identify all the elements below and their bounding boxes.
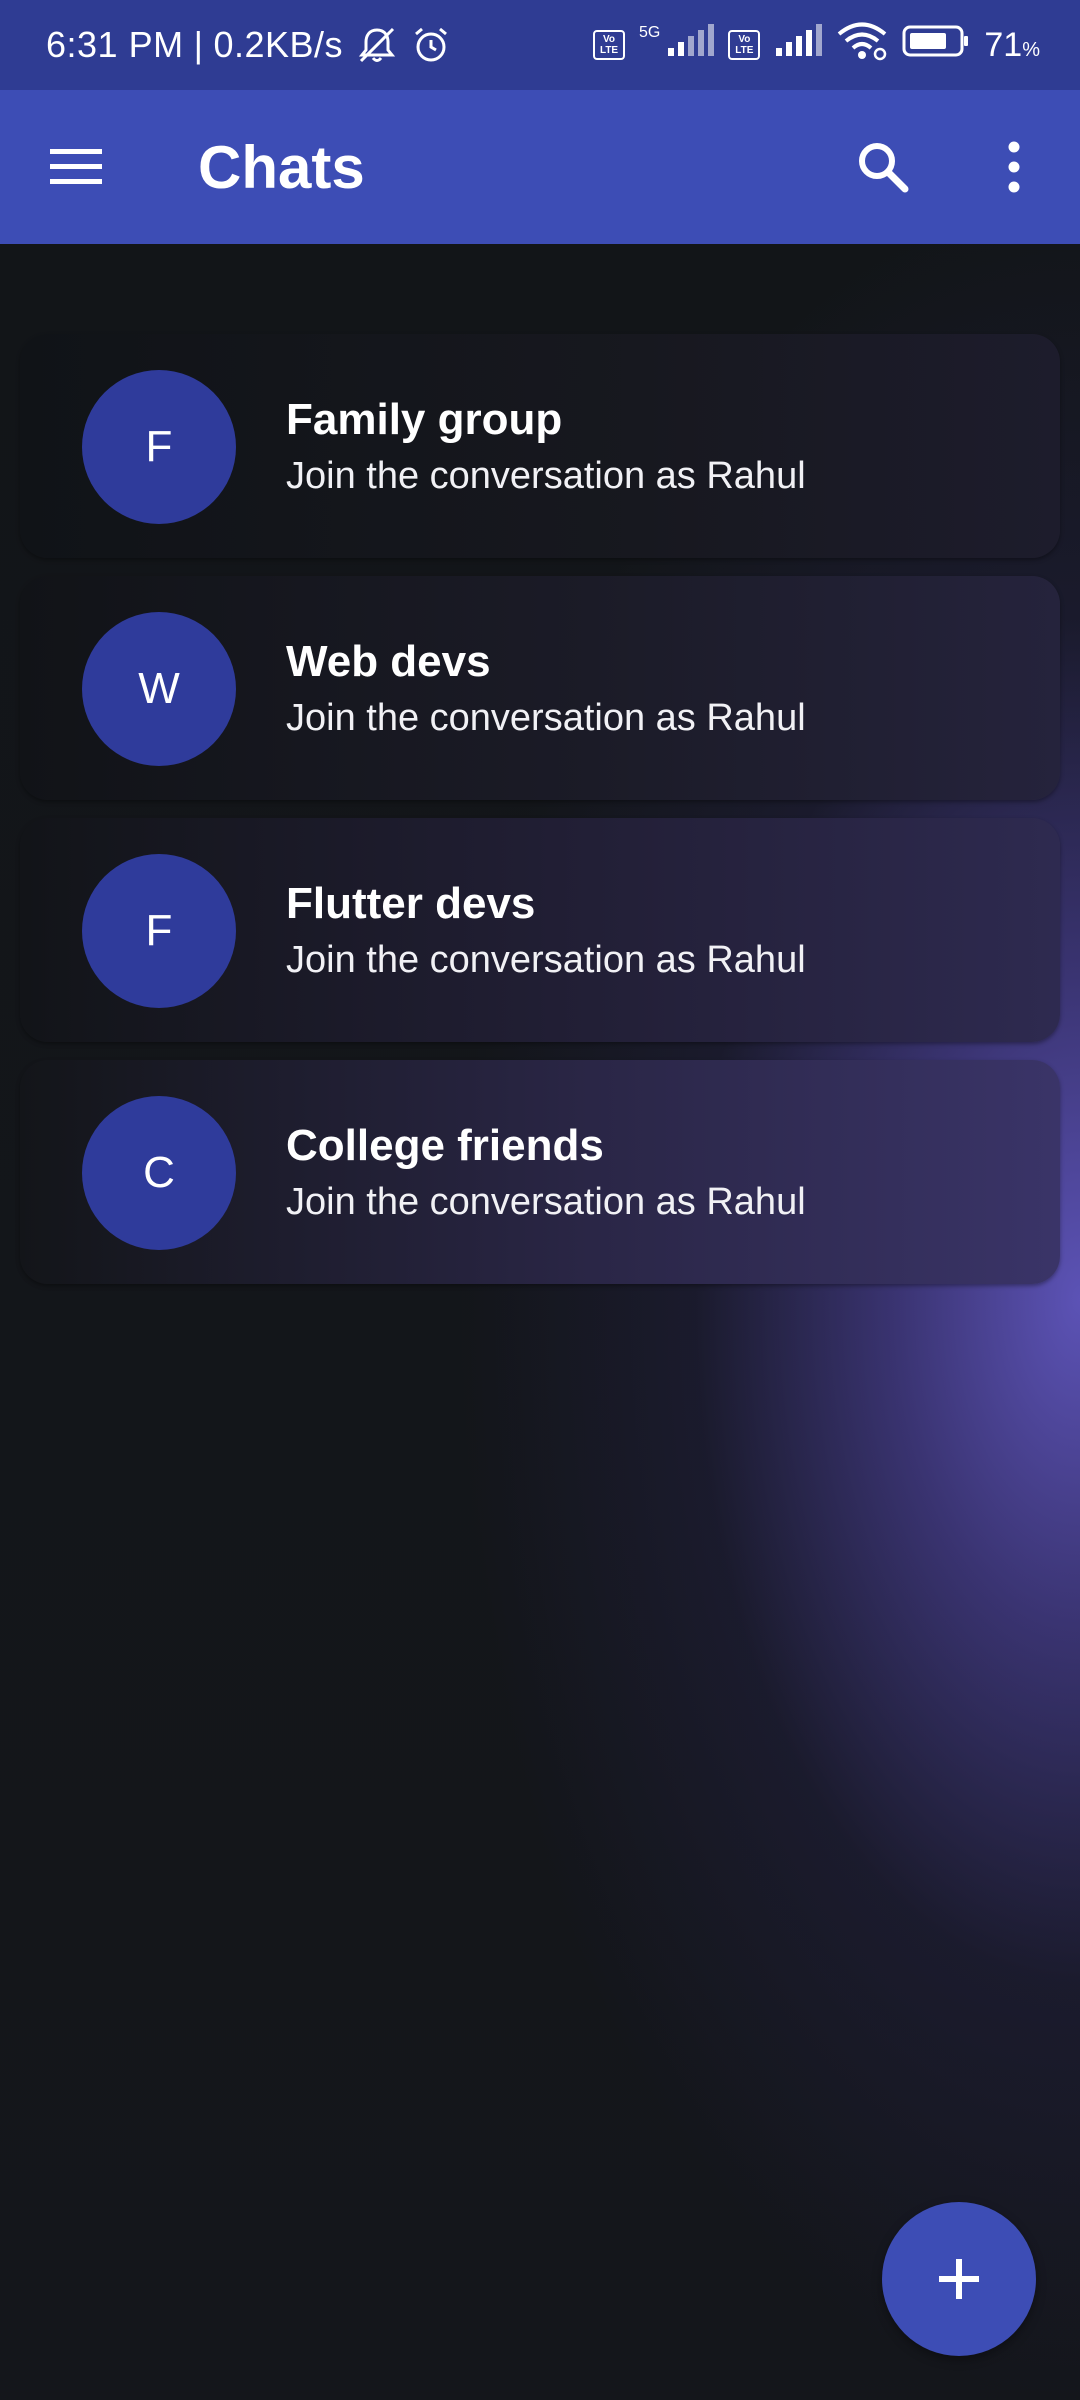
app-bar: Chats (0, 90, 1080, 244)
menu-icon (50, 149, 102, 184)
search-button[interactable] (848, 132, 918, 202)
avatar: F (82, 854, 236, 1008)
signal-icon-2 (774, 23, 823, 67)
chat-list: F Family group Join the conversation as … (20, 334, 1060, 1302)
chat-subtitle: Join the conversation as Rahul (286, 1181, 806, 1223)
alarm-icon (411, 25, 451, 65)
chat-name: Web devs (286, 637, 491, 686)
volte-label-top: Vo (603, 34, 616, 45)
add-icon (939, 2259, 979, 2299)
page-title: Chats (198, 134, 365, 201)
volte2-label-top: Vo (738, 34, 751, 45)
network-type-label: 5G (639, 24, 661, 41)
search-icon (859, 143, 909, 193)
chat-name: Family group (286, 395, 563, 444)
avatar: W (82, 612, 236, 766)
chat-item-flutter-devs[interactable]: F Flutter devs Join the conversation as … (20, 818, 1060, 1042)
battery-percent-unit: % (1022, 38, 1040, 61)
chats-screen: 6:31 PM | 0.2KB/s Vo LTE 5G Vo LTE 71% C… (0, 0, 1080, 2400)
volte-icon: Vo LTE (593, 30, 626, 60)
chat-name: College friends (286, 1121, 604, 1170)
signal-icon (666, 23, 715, 67)
chat-item-web-devs[interactable]: W Web devs Join the conversation as Rahu… (20, 576, 1060, 800)
battery-percent-value: 71 (984, 25, 1023, 64)
more-options-button[interactable] (984, 132, 1044, 202)
volte2-label-bottom: LTE (735, 45, 754, 56)
more-vert-icon (1008, 141, 1020, 193)
battery-percent: 71% (984, 26, 1040, 65)
battery-icon (902, 24, 970, 67)
status-right: Vo LTE 5G Vo LTE 71% (593, 21, 1040, 70)
status-net-speed: 0.2KB/s (213, 24, 344, 65)
mute-notifications-icon (355, 25, 399, 65)
chat-item-college-friends[interactable]: C College friends Join the conversation … (20, 1060, 1060, 1284)
chat-name: Flutter devs (286, 879, 536, 928)
avatar: C (82, 1096, 236, 1250)
chat-subtitle: Join the conversation as Rahul (286, 939, 806, 981)
wifi-icon (836, 21, 888, 70)
status-separator: | (193, 24, 204, 65)
menu-button[interactable] (46, 140, 106, 194)
chat-subtitle: Join the conversation as Rahul (286, 697, 806, 739)
chat-subtitle: Join the conversation as Rahul (286, 455, 806, 497)
status-time: 6:31 PM (46, 24, 184, 65)
volte-label-bottom: LTE (599, 45, 619, 56)
volte-icon-2: Vo LTE (728, 30, 761, 60)
avatar: F (82, 370, 236, 524)
status-left: 6:31 PM | 0.2KB/s (46, 24, 451, 66)
new-chat-fab[interactable] (882, 2202, 1036, 2356)
status-bar: 6:31 PM | 0.2KB/s Vo LTE 5G Vo LTE 71% (0, 0, 1080, 90)
chat-item-family-group[interactable]: F Family group Join the conversation as … (20, 334, 1060, 558)
